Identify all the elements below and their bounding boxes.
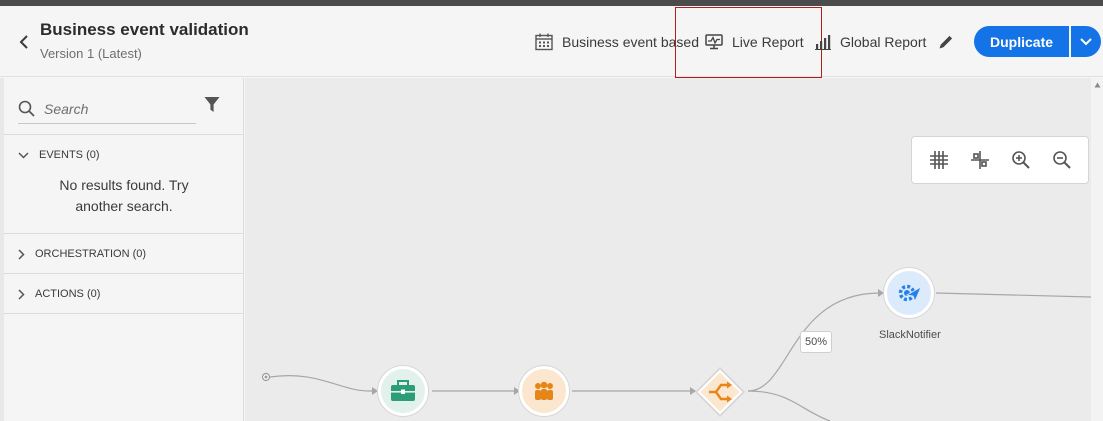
grid-button[interactable]	[923, 144, 955, 176]
section-orchestration: ORCHESTRATION (0)	[4, 233, 244, 274]
bar-chart-icon	[815, 35, 831, 50]
journey-canvas[interactable]	[245, 78, 1091, 421]
live-monitor-icon	[705, 34, 723, 50]
journey-header: Business event validation Version 1 (Lat…	[0, 6, 1103, 78]
calendar-icon	[535, 33, 553, 51]
section-actions-header[interactable]: ACTIONS (0)	[4, 274, 244, 314]
back-button[interactable]	[14, 32, 34, 52]
zoom-out-button[interactable]	[1046, 144, 1078, 176]
audience-node[interactable]	[519, 366, 569, 416]
filter-button[interactable]	[204, 96, 220, 118]
duplicate-group: Duplicate	[974, 26, 1102, 57]
page-title: Business event validation	[40, 20, 249, 39]
canvas-toolbar	[911, 136, 1089, 184]
chevron-down-icon	[1080, 37, 1092, 45]
people-icon	[535, 381, 553, 400]
section-actions-label: ACTIONS (0)	[35, 288, 101, 300]
gear-plane-icon	[898, 284, 922, 303]
activity-palette: EVENTS (0) No results found. Try another…	[4, 78, 244, 421]
vertical-scrollbar[interactable]	[1091, 78, 1103, 421]
section-events-header[interactable]: EVENTS (0)	[4, 135, 244, 175]
grid-icon	[929, 151, 948, 169]
section-divider	[4, 313, 244, 314]
section-events: EVENTS (0) No results found. Try another…	[4, 134, 244, 217]
section-orchestration-header[interactable]: ORCHESTRATION (0)	[4, 234, 244, 274]
version-label: Version 1 (Latest)	[40, 46, 142, 61]
slack-notifier-label: SlackNotifier	[879, 329, 941, 341]
duplicate-button[interactable]: Duplicate	[974, 26, 1070, 57]
chevron-right-icon	[18, 248, 25, 260]
section-orchestration-label: ORCHESTRATION (0)	[35, 248, 147, 260]
zoom-in-icon	[1011, 151, 1030, 169]
chevron-left-icon	[19, 35, 28, 49]
zoom-out-icon	[1052, 151, 1071, 169]
section-events-label: EVENTS (0)	[39, 149, 100, 161]
arrange-button[interactable]	[964, 144, 996, 176]
split-percentage-badge: 50%	[800, 331, 832, 353]
chevron-right-icon	[18, 288, 25, 300]
global-report-label: Global Report	[840, 34, 927, 50]
global-report-button[interactable]: Global Report	[815, 30, 926, 54]
search-icon	[18, 100, 35, 117]
split-node[interactable]	[694, 366, 746, 418]
edit-button[interactable]	[937, 30, 964, 54]
arrange-icon	[970, 151, 989, 169]
search-input[interactable]	[44, 100, 184, 117]
search-box	[18, 94, 196, 124]
scroll-up-icon[interactable]	[1094, 82, 1101, 88]
duplicate-dropdown-button[interactable]	[1071, 26, 1102, 57]
title-block: Business event validation Version 1 (Lat…	[40, 20, 249, 61]
zoom-in-button[interactable]	[1005, 144, 1037, 176]
filter-icon	[204, 97, 220, 112]
briefcase-icon	[391, 380, 415, 401]
business-event-node[interactable]	[378, 366, 428, 416]
live-report-label: Live Report	[732, 34, 804, 50]
chevron-down-icon	[18, 151, 29, 159]
section-actions: ACTIONS (0)	[4, 273, 244, 314]
no-results-message: No results found. Try another search.	[59, 177, 189, 214]
slack-notifier-node[interactable]	[884, 268, 934, 318]
pencil-icon	[939, 35, 953, 49]
live-report-button[interactable]: Live Report	[705, 30, 804, 54]
